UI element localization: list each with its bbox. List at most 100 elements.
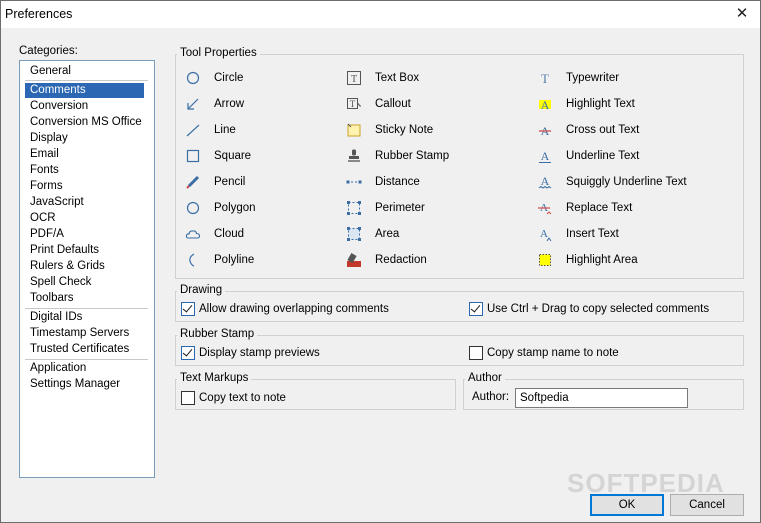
preferences-dialog: Preferences ✕ Categories: General Commen… bbox=[0, 0, 761, 523]
cross-out-text-icon: A bbox=[539, 124, 551, 138]
copy-text-to-note-checkbox[interactable]: Copy text to note bbox=[181, 390, 381, 406]
category-digital-ids[interactable]: Digital IDs bbox=[25, 310, 144, 325]
tool-arrow[interactable]: Arrow bbox=[185, 95, 335, 113]
category-forms[interactable]: Forms bbox=[25, 179, 144, 194]
category-application[interactable]: Application bbox=[25, 361, 144, 376]
callout-icon: T bbox=[347, 98, 361, 109]
category-general[interactable]: General bbox=[25, 64, 144, 79]
highlight-area-icon bbox=[539, 254, 551, 266]
allow-overlap-checkbox[interactable]: Allow drawing overlapping comments bbox=[181, 301, 441, 317]
tool-distance[interactable]: Distance bbox=[346, 173, 506, 191]
tool-callout[interactable]: T Callout bbox=[346, 95, 506, 113]
tool-label: Rubber Stamp bbox=[375, 150, 450, 162]
tool-label: Pencil bbox=[214, 176, 246, 188]
tool-polyline[interactable]: Polyline bbox=[185, 251, 335, 269]
polygon-icon bbox=[186, 201, 200, 215]
sticky-note-icon bbox=[347, 123, 361, 137]
tool-label: Redaction bbox=[375, 254, 427, 266]
tool-typewriter[interactable]: T Typewriter bbox=[537, 69, 727, 87]
tool-label: Sticky Note bbox=[375, 124, 434, 136]
category-email[interactable]: Email bbox=[25, 147, 144, 162]
checkbox-label: Display stamp previews bbox=[199, 347, 320, 359]
tool-polygon[interactable]: Polygon bbox=[185, 199, 335, 217]
tool-pencil[interactable]: Pencil bbox=[185, 173, 335, 191]
tool-replace-text[interactable]: A Replace Text bbox=[537, 199, 727, 217]
category-conversion[interactable]: Conversion bbox=[25, 99, 144, 114]
tool-line[interactable]: Line bbox=[185, 121, 335, 139]
underline-text-icon: A bbox=[539, 149, 551, 163]
copy-stamp-name-checkbox[interactable]: Copy stamp name to note bbox=[469, 345, 669, 361]
window-title: Preferences bbox=[5, 7, 73, 21]
tool-cloud[interactable]: Cloud bbox=[185, 225, 335, 243]
categories-list[interactable]: General Comments Conversion Conversion M… bbox=[19, 60, 155, 478]
tool-label: Highlight Area bbox=[566, 254, 638, 266]
tool-insert-text[interactable]: A Insert Text bbox=[537, 225, 727, 243]
cloud-icon bbox=[185, 230, 201, 239]
tool-highlight-area[interactable]: Highlight Area bbox=[537, 251, 727, 269]
highlight-text-icon: A bbox=[539, 98, 551, 112]
ok-button[interactable]: OK bbox=[590, 494, 664, 516]
drawing-title: Drawing bbox=[177, 284, 226, 296]
text-box-icon: T bbox=[347, 71, 361, 85]
checkbox-box[interactable] bbox=[181, 391, 195, 405]
distance-icon bbox=[346, 180, 362, 184]
tool-label: Squiggly Underline Text bbox=[566, 176, 687, 188]
tool-label: Circle bbox=[214, 72, 244, 84]
square-icon bbox=[186, 149, 200, 163]
tool-label: Typewriter bbox=[566, 72, 620, 84]
checkbox-box[interactable] bbox=[469, 346, 483, 360]
tool-underline-text[interactable]: A Underline Text bbox=[537, 147, 727, 165]
category-rulers-grids[interactable]: Rulers & Grids bbox=[25, 259, 144, 274]
tool-area[interactable]: Area bbox=[346, 225, 506, 243]
category-fonts[interactable]: Fonts bbox=[25, 163, 144, 178]
category-ocr[interactable]: OCR bbox=[25, 211, 144, 226]
insert-text-icon: A bbox=[540, 228, 552, 242]
category-print-defaults[interactable]: Print Defaults bbox=[25, 243, 144, 258]
category-display[interactable]: Display bbox=[25, 131, 144, 146]
category-javascript[interactable]: JavaScript bbox=[25, 195, 144, 210]
category-timestamp-servers[interactable]: Timestamp Servers bbox=[25, 326, 144, 341]
checkbox-box[interactable] bbox=[181, 302, 195, 316]
tool-cross-out-text[interactable]: A Cross out Text bbox=[537, 121, 727, 139]
checkbox-label: Use Ctrl + Drag to copy selected comment… bbox=[487, 303, 710, 315]
tool-label: Arrow bbox=[214, 98, 245, 110]
tool-label: Square bbox=[214, 150, 252, 162]
tool-rubber-stamp[interactable]: Rubber Stamp bbox=[346, 147, 506, 165]
tool-circle[interactable]: Circle bbox=[185, 69, 335, 87]
typewriter-icon: T bbox=[541, 71, 549, 86]
pencil-icon bbox=[186, 175, 200, 189]
close-icon[interactable]: ✕ bbox=[730, 3, 754, 25]
tool-label: Distance bbox=[375, 176, 420, 188]
tool-label: Highlight Text bbox=[566, 98, 635, 110]
tool-label: Insert Text bbox=[566, 228, 619, 240]
tool-perimeter[interactable]: Perimeter bbox=[346, 199, 506, 217]
tool-label: Polyline bbox=[214, 254, 255, 266]
tool-square[interactable]: Square bbox=[185, 147, 335, 165]
tool-highlight-text[interactable]: A Highlight Text bbox=[537, 95, 727, 113]
tool-text-box[interactable]: T Text Box bbox=[346, 69, 506, 87]
display-stamp-previews-checkbox[interactable]: Display stamp previews bbox=[181, 345, 381, 361]
checkbox-box[interactable] bbox=[181, 346, 195, 360]
category-comments[interactable]: Comments bbox=[25, 83, 144, 98]
category-trusted-certificates[interactable]: Trusted Certificates bbox=[25, 342, 144, 357]
category-settings-manager[interactable]: Settings Manager bbox=[25, 377, 144, 392]
tool-sticky-note[interactable]: Sticky Note bbox=[346, 121, 506, 139]
tool-label: Area bbox=[375, 228, 400, 240]
author-input[interactable]: Softpedia bbox=[515, 388, 688, 408]
category-conversion-ms-office[interactable]: Conversion MS Office bbox=[25, 115, 144, 130]
cancel-button[interactable]: Cancel bbox=[670, 494, 744, 516]
category-pdfa[interactable]: PDF/A bbox=[25, 227, 144, 242]
category-separator bbox=[25, 359, 148, 360]
redaction-icon bbox=[347, 253, 361, 267]
category-toolbars[interactable]: Toolbars bbox=[25, 291, 144, 306]
category-spell-check[interactable]: Spell Check bbox=[25, 275, 144, 290]
squiggly-underline-icon: A bbox=[538, 174, 552, 189]
tool-properties-title: Tool Properties bbox=[177, 47, 260, 59]
svg-text:T: T bbox=[351, 74, 357, 85]
area-icon bbox=[347, 227, 361, 241]
tool-redaction[interactable]: Redaction bbox=[346, 251, 506, 269]
checkbox-box[interactable] bbox=[469, 302, 483, 316]
ctrl-drag-checkbox[interactable]: Use Ctrl + Drag to copy selected comment… bbox=[469, 301, 729, 317]
tool-squiggly-underline[interactable]: A Squiggly Underline Text bbox=[537, 173, 727, 191]
tool-properties-group bbox=[175, 54, 744, 279]
